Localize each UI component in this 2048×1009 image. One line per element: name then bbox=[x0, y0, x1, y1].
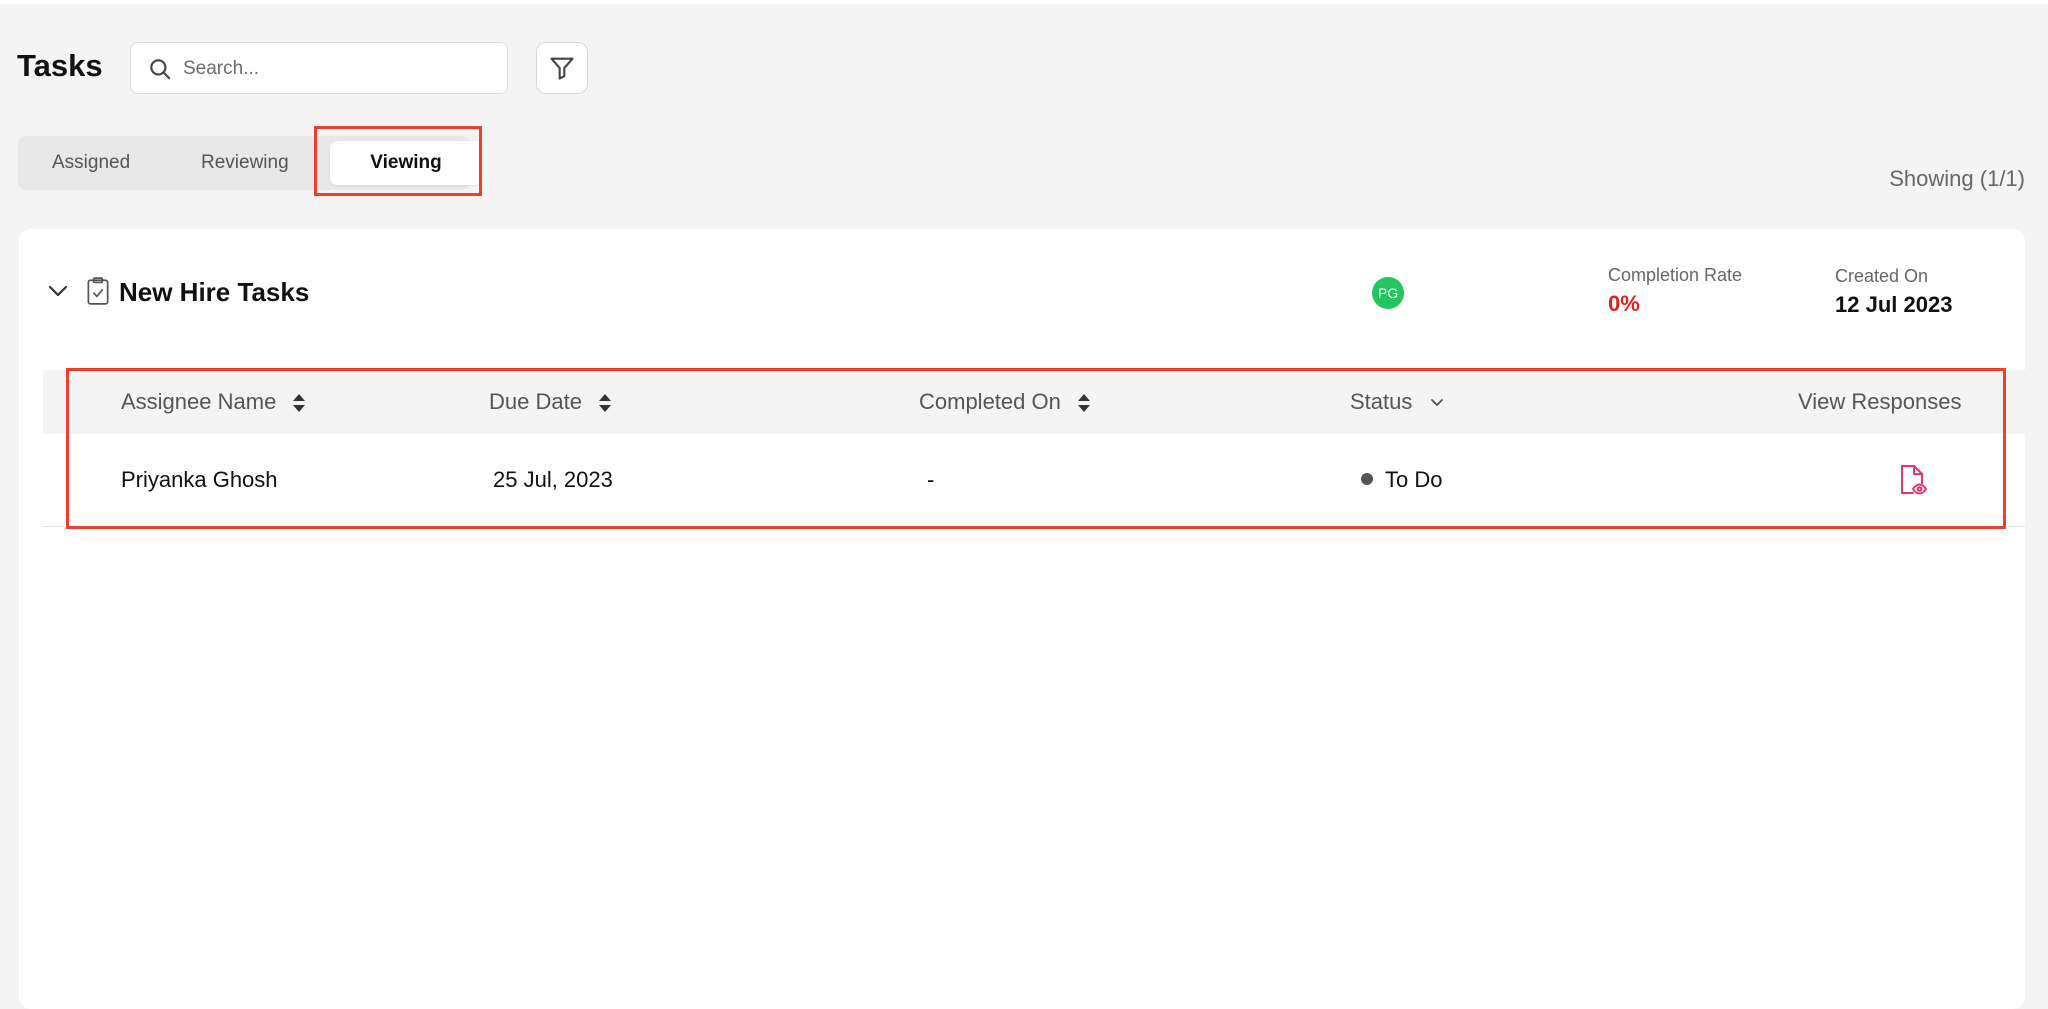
filter-icon bbox=[550, 57, 574, 80]
completed-on: - bbox=[927, 467, 935, 492]
column-header-view-responses: View Responses bbox=[1798, 389, 1962, 414]
clipboard-check-icon bbox=[87, 277, 109, 305]
status-dot-icon bbox=[1361, 473, 1373, 486]
table-row: Priyanka Ghosh 25 Jul, 2023 - To Do bbox=[43, 434, 2025, 527]
due-date: 25 Jul, 2023 bbox=[493, 467, 613, 492]
status-text: To Do bbox=[1385, 467, 1443, 492]
column-header-due-date[interactable]: Due Date bbox=[489, 370, 612, 434]
avatar[interactable]: PG bbox=[1372, 277, 1404, 309]
completion-rate-label: Completion Rate bbox=[1608, 265, 1743, 285]
page-title: Tasks bbox=[17, 48, 103, 83]
tab-bar: Assigned Reviewing Viewing bbox=[18, 136, 482, 190]
search-box[interactable] bbox=[130, 42, 508, 94]
chevron-down-icon[interactable] bbox=[1429, 397, 1445, 409]
assignee-name: Priyanka Ghosh bbox=[121, 467, 278, 492]
document-view-icon[interactable] bbox=[1896, 463, 1928, 497]
sort-icon[interactable] bbox=[292, 393, 306, 413]
column-header-status[interactable]: Status bbox=[1350, 370, 1445, 434]
column-header-label: Status bbox=[1350, 389, 1413, 414]
created-on-value: 12 Jul 2023 bbox=[1835, 292, 1953, 317]
top-bar bbox=[0, 0, 2048, 4]
tab-assigned[interactable]: Assigned bbox=[52, 136, 130, 190]
column-header-label: Completed On bbox=[919, 389, 1061, 414]
table-header: Assignee Name Due Date Completed On Stat… bbox=[43, 370, 2025, 434]
tab-viewing[interactable]: Viewing bbox=[330, 141, 482, 185]
column-header-label: Assignee Name bbox=[121, 389, 277, 414]
column-header-completed-on[interactable]: Completed On bbox=[919, 370, 1091, 434]
column-header-assignee[interactable]: Assignee Name bbox=[121, 370, 306, 434]
task-group-title[interactable]: New Hire Tasks bbox=[119, 277, 309, 308]
search-input[interactable] bbox=[181, 52, 495, 86]
sort-icon[interactable] bbox=[1077, 393, 1091, 413]
results-count: Showing (1/1) bbox=[1889, 166, 2025, 191]
tab-reviewing[interactable]: Reviewing bbox=[201, 136, 289, 190]
filter-button[interactable] bbox=[536, 42, 588, 94]
status-cell: To Do bbox=[1361, 434, 1442, 526]
chevron-down-icon[interactable] bbox=[46, 279, 70, 303]
column-header-label: Due Date bbox=[489, 389, 582, 414]
created-on-label: Created On bbox=[1835, 266, 1929, 286]
sort-icon[interactable] bbox=[598, 393, 612, 413]
search-icon bbox=[150, 59, 171, 80]
completion-rate-value: 0% bbox=[1608, 291, 1640, 316]
task-group-card: New Hire Tasks PG Completion Rate 0% Cre… bbox=[19, 229, 2025, 1009]
